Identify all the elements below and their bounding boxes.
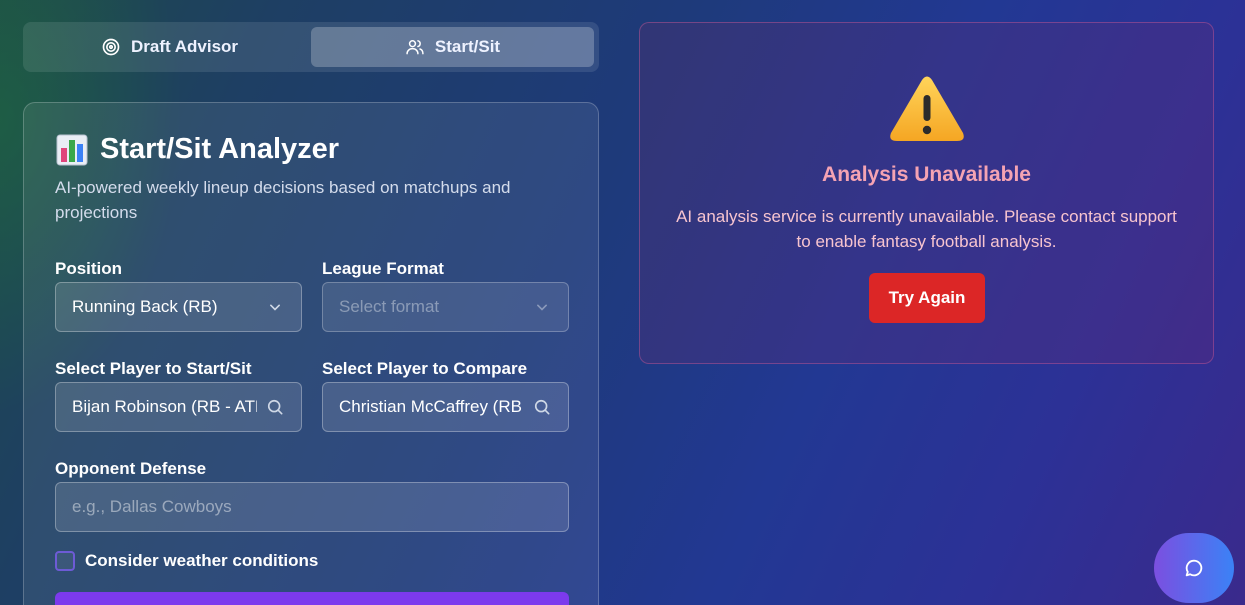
bar-chart-icon <box>56 134 88 165</box>
analysis-unavailable-alert: Analysis Unavailable AI analysis service… <box>639 22 1214 364</box>
search-icon <box>534 399 550 415</box>
position-select[interactable]: Running Back (RB) <box>55 282 302 332</box>
tab-draft-advisor[interactable]: Draft Advisor <box>28 27 311 67</box>
position-label: Position <box>55 259 123 278</box>
league-format-label: League Format <box>322 259 444 278</box>
player-start-value: Bijan Robinson (RB - ATL) <box>72 397 257 416</box>
player-compare-label: Select Player to Compare <box>322 359 528 378</box>
weather-checkbox[interactable] <box>55 551 75 571</box>
page-subtitle: AI-powered weekly lineup decisions based… <box>55 178 511 222</box>
weather-option: Consider weather conditions <box>55 551 318 571</box>
search-icon <box>267 399 283 415</box>
try-again-button[interactable]: Try Again <box>869 273 985 323</box>
page-title: Start/Sit Analyzer <box>56 133 339 166</box>
chat-button[interactable] <box>1154 533 1234 603</box>
position-value: Running Back (RB) <box>72 297 218 316</box>
player-start-label: Select Player to Start/Sit <box>55 359 252 378</box>
alert-title: Analysis Unavailable <box>822 163 1031 186</box>
player-compare-value: Christian McCaffrey (RB - SF) <box>339 397 524 416</box>
weather-label: Consider weather conditions <box>85 551 319 570</box>
tab-label: Draft Advisor <box>130 37 239 56</box>
start-sit-analyzer-card: Start/Sit Analyzer AI-powered weekly lin… <box>23 102 599 605</box>
opponent-label: Opponent Defense <box>55 459 207 478</box>
analyze-button[interactable] <box>55 592 569 605</box>
users-icon <box>406 40 424 55</box>
target-icon <box>102 38 120 56</box>
opponent-input[interactable]: e.g., Dallas Cowboys <box>55 482 569 532</box>
opponent-placeholder: e.g., Dallas Cowboys <box>72 497 232 516</box>
chat-icon <box>1185 559 1203 577</box>
page-title-text: Start/Sit Analyzer <box>100 133 340 165</box>
alert-message: AI analysis service is currently unavail… <box>676 207 1177 251</box>
league-format-placeholder: Select format <box>339 297 440 316</box>
chevron-down-icon <box>270 304 280 311</box>
warning-icon <box>890 76 964 141</box>
tab-start-sit[interactable]: Start/Sit <box>311 27 594 67</box>
tab-label: Start/Sit <box>434 37 501 56</box>
player-start-input[interactable]: Bijan Robinson (RB - ATL) <box>55 382 302 432</box>
league-format-select[interactable]: Select format <box>322 282 569 332</box>
mode-tabs: Draft Advisor Start/Sit <box>23 22 599 72</box>
player-compare-input[interactable]: Christian McCaffrey (RB - SF) <box>322 382 569 432</box>
chevron-down-icon <box>537 304 547 311</box>
